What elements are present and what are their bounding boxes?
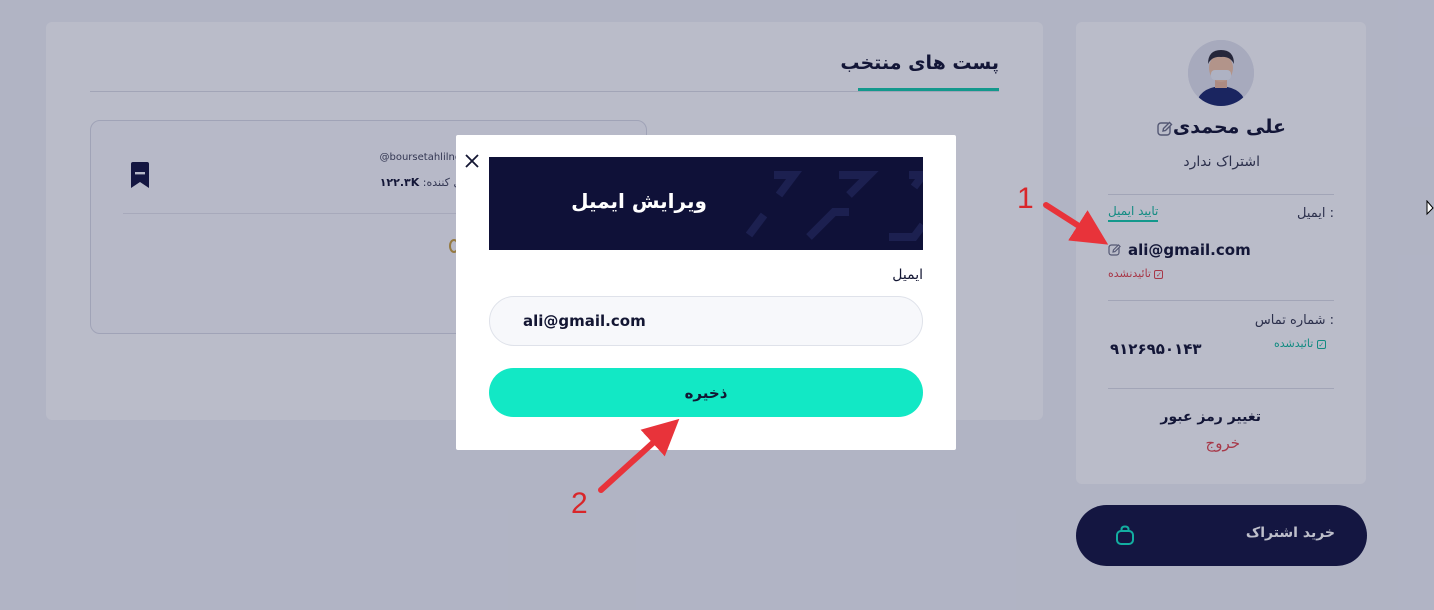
annotation-step-1: 1 (1017, 182, 1034, 215)
modal-title: ویرایش ایمیل (571, 189, 707, 213)
cursor-icon (1426, 200, 1434, 216)
email-field-label: ایمیل (892, 267, 923, 283)
modal-banner: ویرایش ایمیل (489, 157, 923, 250)
save-button[interactable]: ذخیره (489, 368, 923, 417)
email-field[interactable] (489, 296, 923, 346)
close-icon[interactable] (464, 153, 480, 169)
annotation-step-2: 2 (571, 487, 588, 520)
edit-email-modal: ویرایش ایمیل ایمیل ذخیره (456, 135, 956, 450)
